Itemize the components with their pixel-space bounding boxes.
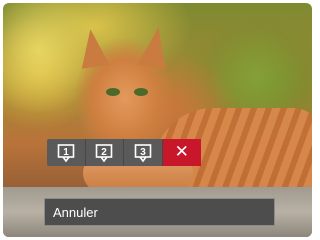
svg-text:1: 1	[63, 147, 69, 158]
frame-1-icon: 1	[57, 143, 75, 162]
frame-3-button[interactable]: 3	[124, 139, 163, 166]
frame-3-icon: 3	[134, 143, 152, 162]
svg-text:3: 3	[140, 147, 146, 158]
frame-2-icon: 2	[95, 143, 113, 162]
frame-selection-menu: 1 2 3 ✕	[47, 139, 201, 166]
cancel-button[interactable]: ✕	[162, 139, 201, 166]
status-bar: Annuler	[44, 198, 275, 226]
frame-1-button[interactable]: 1	[47, 139, 86, 166]
svg-text:2: 2	[101, 147, 107, 158]
frame-2-button[interactable]: 2	[86, 139, 124, 166]
status-text: Annuler	[53, 204, 98, 220]
close-icon: ✕	[174, 142, 189, 162]
